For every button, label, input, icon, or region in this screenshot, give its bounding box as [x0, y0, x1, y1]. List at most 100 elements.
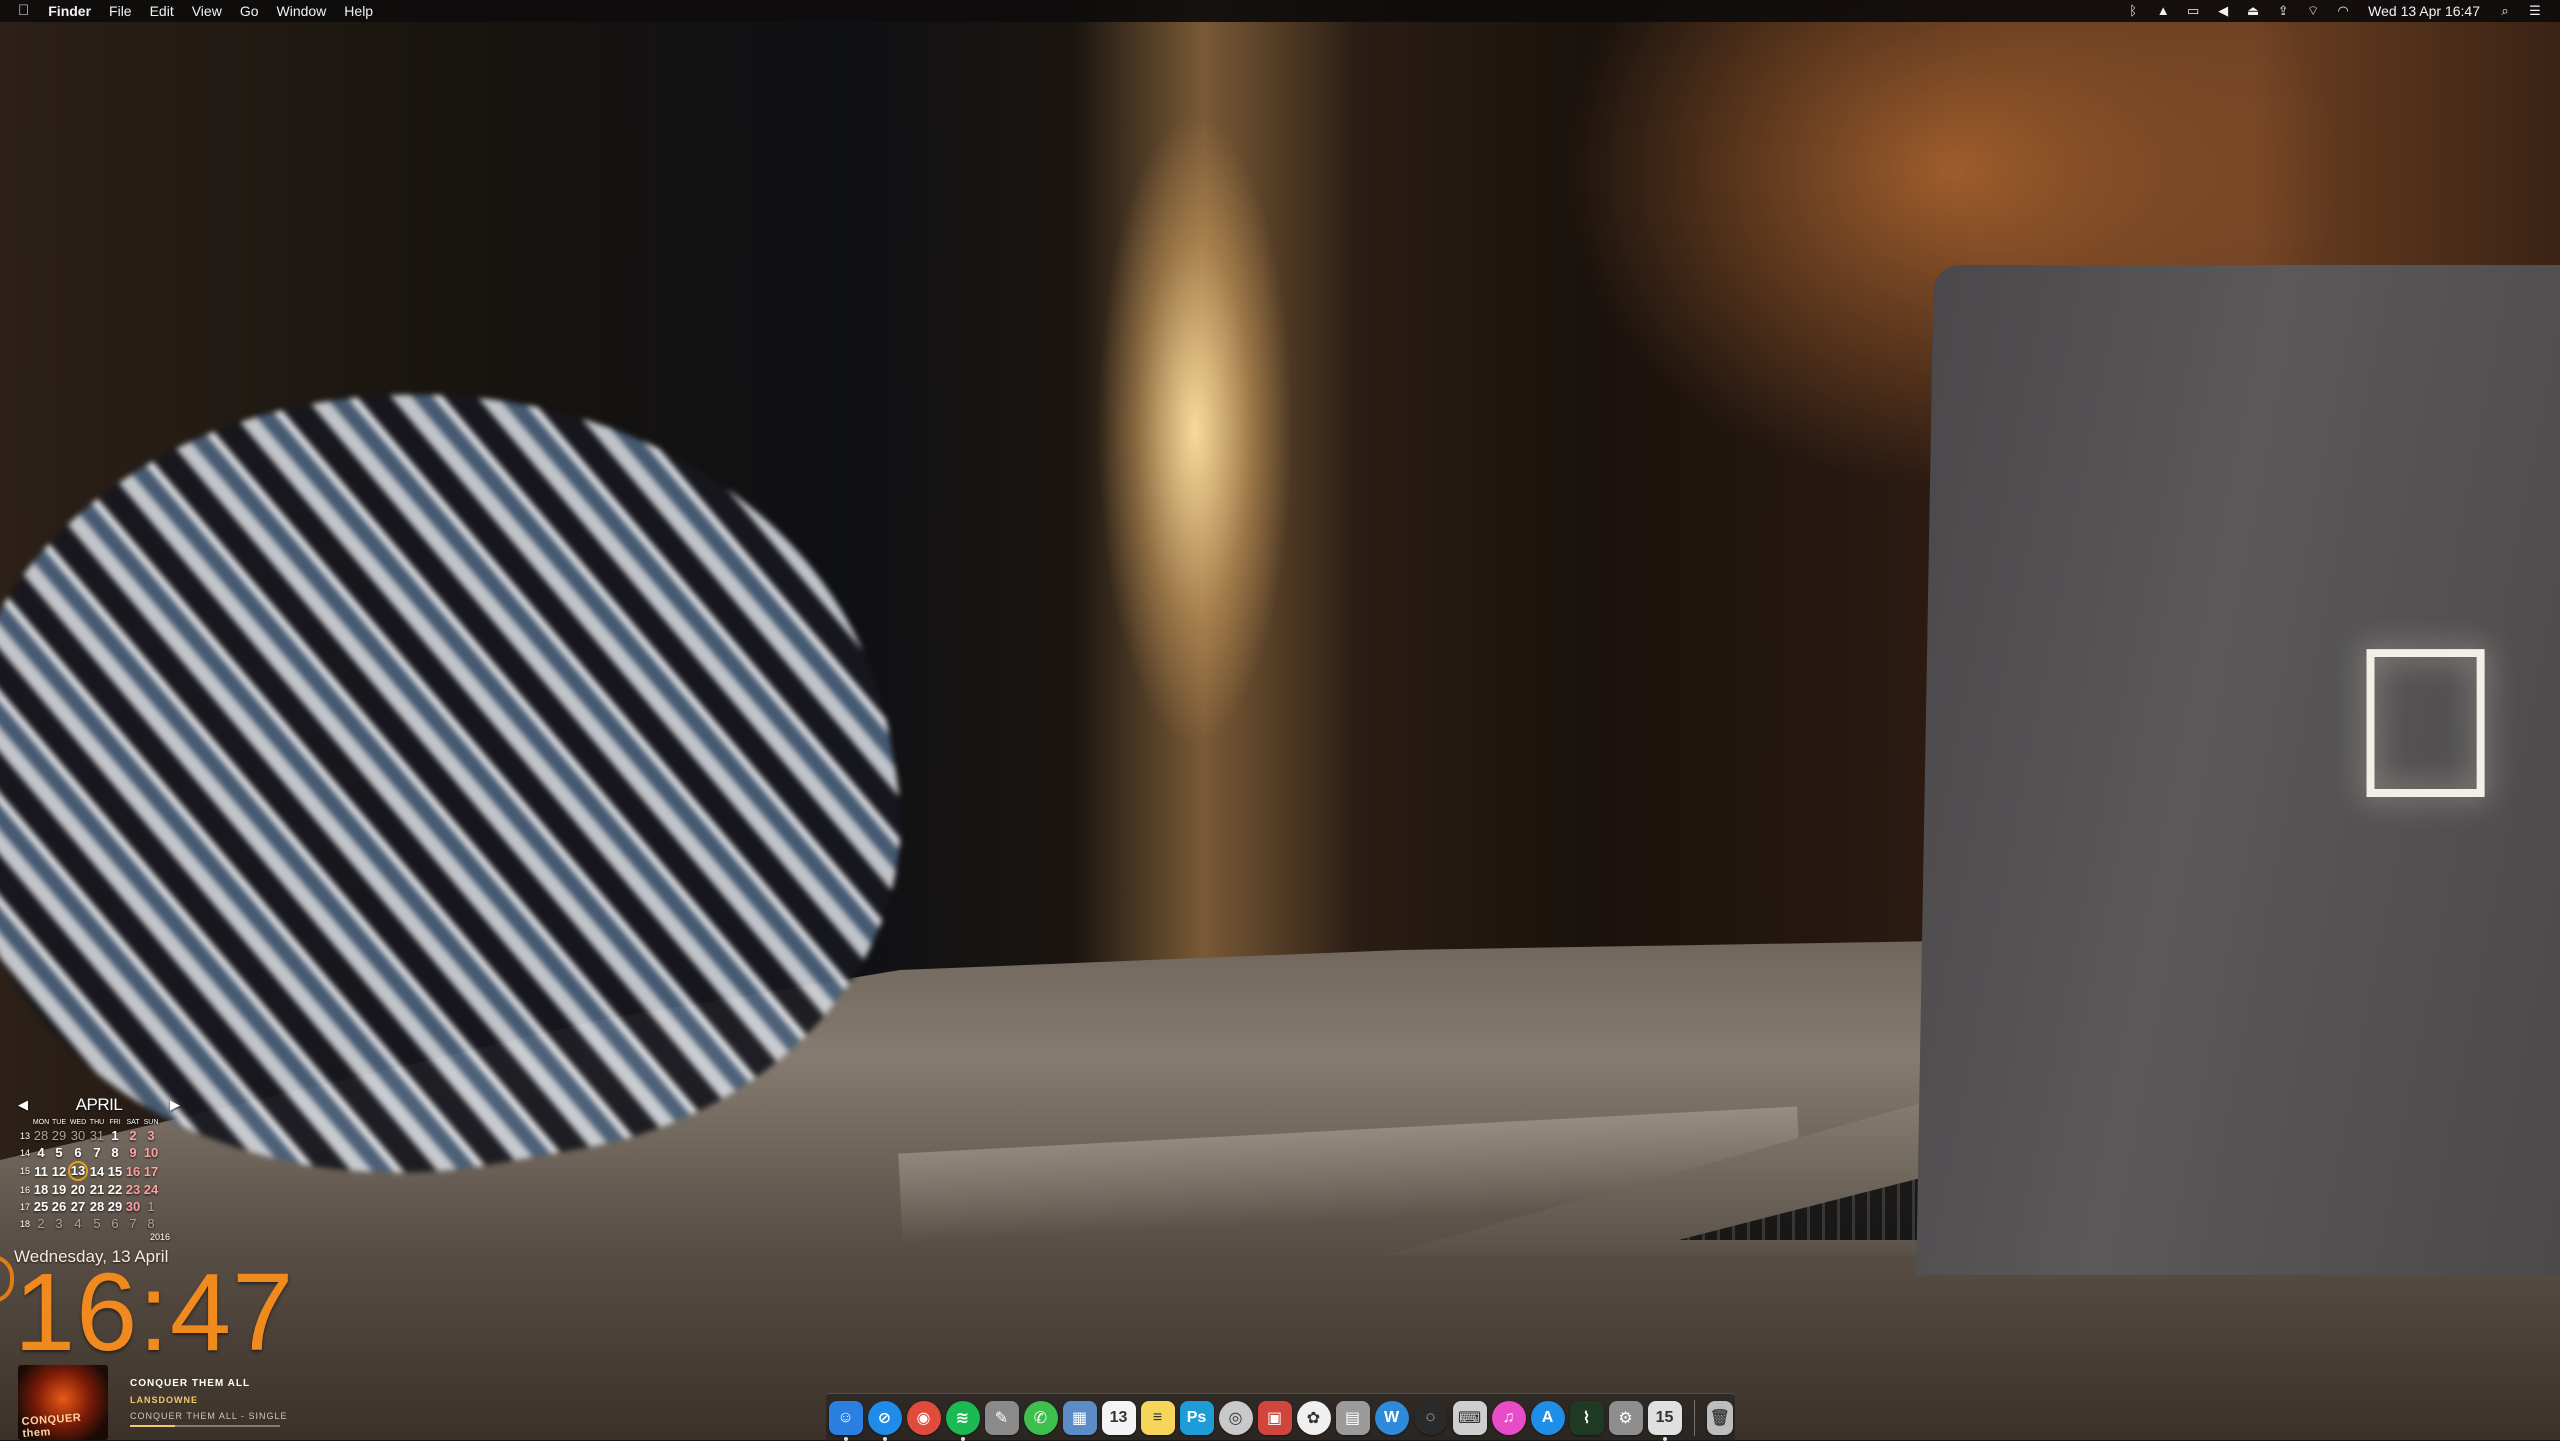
calendar-day: 16	[125, 1163, 141, 1179]
calendar-weekday: MON	[32, 1118, 50, 1126]
dock: ☺ ⊘ ◉ ≋ ✎ ✆ ▦ 13 ≡ Ps ◎ ▣ ✿ ▤ W ◌ ⌨ ♫ A ⌇ ⚙ 15 🗑	[826, 1393, 1735, 1441]
calendar-week-number: 13	[19, 1130, 30, 1141]
app-store-icon[interactable]: A	[1530, 1400, 1565, 1435]
airplay-icon[interactable]: ▭	[2178, 0, 2208, 22]
calendar-day: 28	[33, 1128, 49, 1143]
word-icon[interactable]: W	[1374, 1400, 1409, 1435]
wifi-icon[interactable]: ◠	[2328, 0, 2358, 22]
menu-view[interactable]: View	[183, 0, 231, 22]
calendar-week-row: 13 28 29 30 31 1 2 3	[18, 1127, 160, 1144]
spotlight-search-icon[interactable]: ⌕	[2490, 0, 2520, 22]
calendar-day: 1	[147, 1199, 155, 1214]
network-icon[interactable]: ⌔	[2298, 0, 2328, 22]
track-progress-bar	[130, 1425, 280, 1427]
photo-booth-icon[interactable]: ◎	[1218, 1400, 1253, 1435]
archive-icon[interactable]: ▤	[1335, 1400, 1370, 1435]
calendar-widget-icon[interactable]: 15	[1647, 1400, 1682, 1441]
calendar-day: 3	[55, 1216, 63, 1231]
messages-icon[interactable]: ✆	[1023, 1400, 1058, 1435]
calendar-day: 15	[107, 1163, 123, 1179]
calendar-day: 10	[143, 1145, 159, 1160]
eject-icon[interactable]: ⏏	[2238, 0, 2268, 22]
script-editor-icon[interactable]: ✎	[984, 1400, 1019, 1435]
calendar-day: 1	[111, 1128, 119, 1143]
calendar-year: 2016	[149, 1232, 170, 1242]
calendar-week-number: 15	[19, 1166, 30, 1176]
spotify-icon[interactable]: ≋	[945, 1400, 980, 1441]
dock-separator	[1694, 1399, 1695, 1436]
drive-icon[interactable]: ▲	[2148, 0, 2178, 22]
calendar-day: 4	[74, 1216, 82, 1231]
chrome-icon[interactable]: ◉	[906, 1400, 941, 1435]
calendar-week-row: 18 2 3 4 5 6 7 8	[18, 1215, 160, 1232]
calendar-day: 6	[111, 1216, 119, 1231]
finder-icon[interactable]: ☺	[828, 1400, 863, 1441]
calendar-day: 14	[89, 1163, 105, 1179]
calendar-day: 8	[147, 1216, 155, 1231]
upload-icon[interactable]: ⇪	[2268, 0, 2298, 22]
track-artist: LANSDOWNE	[130, 1395, 198, 1405]
calendar-day: 27	[70, 1199, 86, 1214]
calendar-day: 23	[125, 1182, 141, 1197]
menu-window[interactable]: Window	[268, 0, 336, 22]
calendar-weekday: TUE	[52, 1118, 66, 1126]
apple-menu-icon[interactable]: 	[0, 0, 39, 22]
system-preferences-icon[interactable]: ⚙	[1608, 1400, 1643, 1435]
bluetooth-icon[interactable]: ᛒ	[2118, 0, 2148, 22]
utility-icon[interactable]: ◌	[1413, 1400, 1448, 1435]
calendar-day: 29	[107, 1199, 123, 1214]
mosaic-app-icon[interactable]: ▣	[1257, 1400, 1292, 1435]
notes-icon[interactable]: ≡	[1140, 1400, 1175, 1435]
preview-icon[interactable]: ▦	[1062, 1400, 1097, 1435]
menu-file[interactable]: File	[100, 0, 141, 22]
calendar-next-month-icon[interactable]: ▶	[166, 1097, 184, 1113]
menu-go[interactable]: Go	[231, 0, 268, 22]
menu-help[interactable]: Help	[335, 0, 382, 22]
calendar-prev-month-icon[interactable]: ◀	[14, 1097, 32, 1113]
calendar-weekday: WED	[69, 1118, 87, 1126]
activity-monitor-icon[interactable]: ⌇	[1569, 1400, 1604, 1435]
album-art[interactable]: CONQUER them	[18, 1365, 108, 1440]
calendar-day: 31	[89, 1128, 105, 1143]
photos-icon[interactable]: ✿	[1296, 1400, 1331, 1435]
calendar-today-marker: 13	[68, 1161, 88, 1181]
safari-icon[interactable]: ⊘	[867, 1400, 902, 1441]
keyboard-icon[interactable]: ⌨	[1452, 1400, 1487, 1435]
calendar-weekday: FRI	[109, 1118, 121, 1126]
calendar-week-row: 16 18 19 20 21 22 23 24	[18, 1181, 160, 1198]
calendar-day: 18	[33, 1182, 49, 1197]
dock-apps: ☺ ⊘ ◉ ≋ ✎ ✆ ▦ 13 ≡ Ps ◎ ▣ ✿ ▤ W ◌ ⌨ ♫ A ⌇ ⚙ 15	[826, 1400, 1684, 1441]
album-art-text: CONQUER them	[21, 1411, 82, 1440]
calendar-weekday: SUN	[143, 1118, 159, 1126]
calendar-day: 12	[51, 1163, 67, 1179]
menu-edit[interactable]: Edit	[141, 0, 183, 22]
calendar-day: 2	[129, 1128, 137, 1143]
calendar-week-row: 15 11 12 13 14 15 16 17	[18, 1161, 160, 1181]
calendar-day: 29	[51, 1128, 67, 1143]
volume-icon[interactable]: ◀	[2208, 0, 2238, 22]
calendar-day: 21	[89, 1182, 105, 1197]
calendar-widget: ◀ APRIL ▶ MON TUE WED THU FRI SAT SUN 13…	[14, 1093, 184, 1242]
widget-time: 16:47	[14, 1251, 295, 1374]
track-album: CONQUER THEM ALL - SINGLE	[130, 1411, 288, 1421]
menu-bar-clock[interactable]: Wed 13 Apr 16:47	[2358, 0, 2490, 22]
calendar-day: 5	[55, 1145, 63, 1160]
laptop-apple-logo: 	[2345, 615, 2506, 830]
calendar-day: 6	[74, 1145, 82, 1160]
itunes-icon[interactable]: ♫	[1491, 1400, 1526, 1435]
trash-icon[interactable]: 🗑	[1707, 1400, 1733, 1435]
calendar-day: 26	[51, 1199, 67, 1214]
calendar-grid: MON TUE WED THU FRI SAT SUN 13 28 29 30 …	[18, 1117, 160, 1232]
photoshop-icon[interactable]: Ps	[1179, 1400, 1214, 1435]
notification-center-icon[interactable]: ☰	[2520, 0, 2550, 22]
app-menu-finder[interactable]: Finder	[39, 0, 100, 22]
calendar-icon[interactable]: 13	[1101, 1400, 1136, 1435]
menu-bar-left:  Finder File Edit View Go Window Help	[0, 0, 382, 22]
calendar-day-today: 13	[68, 1161, 88, 1181]
calendar-day: 8	[111, 1145, 119, 1160]
calendar-day: 4	[37, 1145, 45, 1160]
track-progress-fill	[130, 1425, 175, 1427]
calendar-week-number: 14	[19, 1147, 30, 1158]
calendar-weekday: SAT	[126, 1118, 140, 1126]
calendar-day: 2	[37, 1216, 45, 1231]
